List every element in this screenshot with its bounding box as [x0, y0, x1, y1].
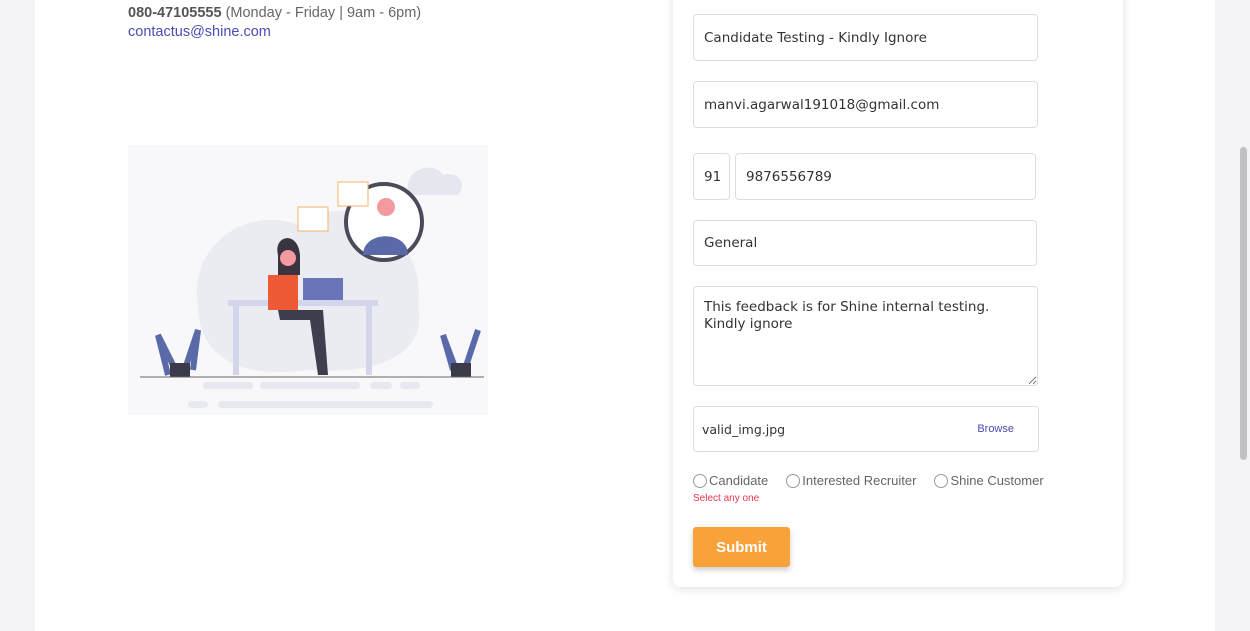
phone-number: 080-47105555 [128, 5, 222, 21]
radio-circle[interactable] [693, 473, 707, 488]
scrollbar-thumb[interactable] [1240, 147, 1247, 460]
radio-shine-customer[interactable]: Shine Customer [934, 473, 1044, 488]
radio-circle[interactable] [934, 473, 949, 488]
validation-error: Select any one [693, 493, 760, 504]
radio-candidate[interactable]: Candidate [693, 473, 768, 488]
radio-circle[interactable] [786, 473, 801, 488]
radio-interested-recruiter[interactable]: Interested Recruiter [786, 473, 916, 488]
office-hours: (Monday - Friday | 9am - 6pm) [225, 5, 422, 21]
file-upload[interactable]: valid_img.jpg Browse [693, 406, 1039, 452]
submit-button[interactable]: Submit [693, 527, 790, 567]
customer-support-illustration [128, 145, 488, 415]
country-code-input[interactable]: 91 [693, 153, 730, 200]
contact-info: 080-47105555 (Monday - Friday | 9am - 6p… [128, 4, 421, 42]
subject-input[interactable]: Candidate Testing - Kindly Ignore [693, 14, 1038, 61]
email-input[interactable]: manvi.agarwal191018@gmail.com [693, 81, 1038, 128]
radio-label: Candidate [709, 473, 769, 488]
radio-label: Shine Customer [950, 473, 1044, 488]
contact-email-link[interactable]: contactus@shine.com [128, 24, 271, 40]
category-select[interactable]: General [693, 220, 1037, 266]
user-type-radio-group: Candidate Interested Recruiter Shine Cus… [693, 473, 1044, 488]
mobile-input[interactable]: 9876556789 [735, 153, 1036, 200]
message-textarea[interactable]: This feedback is for Shine internal test… [693, 286, 1038, 386]
browse-button[interactable]: Browse [977, 423, 1014, 435]
file-name: valid_img.jpg [702, 421, 786, 437]
radio-label: Interested Recruiter [802, 473, 917, 488]
